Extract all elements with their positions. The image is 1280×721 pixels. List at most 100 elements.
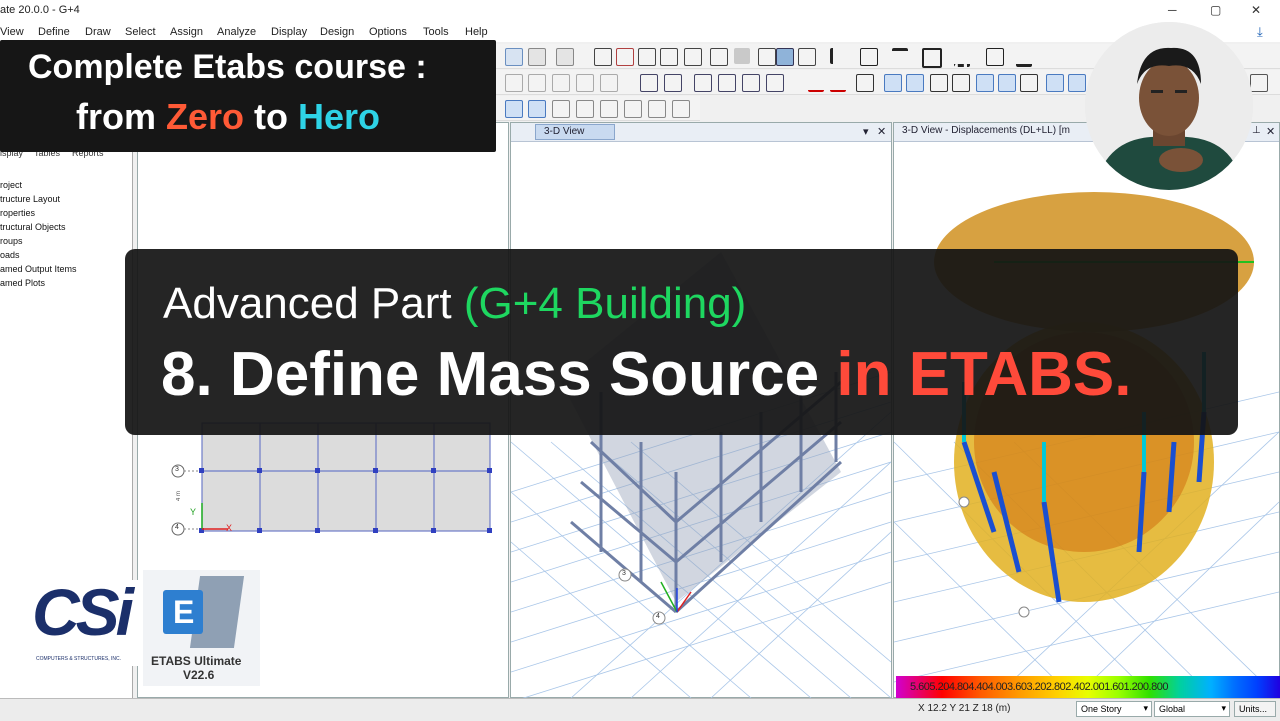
3d-view-tab[interactable]: 3-D View: [535, 124, 615, 140]
toolbar-icon[interactable]: [1046, 74, 1064, 92]
coordinates-readout: X 12.2 Y 21 Z 18 (m): [918, 703, 1011, 714]
toolbar-icon[interactable]: [952, 74, 970, 92]
toolbar-icon[interactable]: [528, 48, 546, 66]
menu-display[interactable]: Display: [271, 26, 307, 38]
toolbar-icon[interactable]: [758, 48, 776, 66]
menu-define[interactable]: Define: [38, 26, 70, 38]
3d-view-header: 3-D View ▾ ✕: [511, 123, 891, 142]
toolbar-icon[interactable]: [640, 74, 658, 92]
toolbar-icon[interactable]: [552, 74, 570, 92]
toolbar-icon[interactable]: [808, 74, 824, 92]
toolbar-icon[interactable]: [922, 48, 942, 68]
toolbar-icon[interactable]: [734, 48, 750, 64]
course-banner-text: to: [244, 96, 298, 137]
toolbar-icon[interactable]: [860, 48, 878, 66]
toolbar-icon[interactable]: [798, 48, 816, 66]
pane-pin-button[interactable]: ⊥: [1252, 125, 1261, 136]
toolbar-icon[interactable]: [638, 48, 656, 66]
minimize-button[interactable]: ─: [1168, 3, 1177, 17]
tree-item[interactable]: roups: [0, 236, 23, 246]
toolbar-icon[interactable]: [505, 74, 523, 92]
toolbar-icon[interactable]: [986, 48, 1004, 66]
menu-analyze[interactable]: Analyze: [217, 26, 256, 38]
toolbar-icon[interactable]: [694, 74, 712, 92]
tree-item[interactable]: roperties: [0, 208, 35, 218]
toolbar-icon[interactable]: [528, 74, 546, 92]
toolbar-icon[interactable]: [892, 48, 908, 67]
course-banner-text: from: [76, 96, 166, 137]
toolbar-icon[interactable]: [830, 74, 846, 92]
main-banner-line1: Advanced Part (G+4 Building): [163, 279, 746, 329]
toolbar-icon[interactable]: [998, 74, 1016, 92]
toolbar-icon[interactable]: [616, 48, 634, 66]
tree-item[interactable]: tructural Objects: [0, 222, 66, 232]
window-title: ate 20.0.0 - G+4: [0, 4, 80, 16]
menu-design[interactable]: Design: [320, 26, 354, 38]
legend-values: 5.605.204.804.404.003.603.202.802.402.00…: [910, 681, 1168, 693]
menu-draw[interactable]: Draw: [85, 26, 111, 38]
toolbar-icon[interactable]: [576, 74, 594, 92]
toolbar-icon[interactable]: [556, 48, 574, 66]
menu-select[interactable]: Select: [125, 26, 156, 38]
toolbar-icon[interactable]: [600, 74, 618, 92]
toolbar-icon[interactable]: [830, 48, 849, 64]
toolbar-icon[interactable]: [648, 100, 666, 118]
tree-item[interactable]: tructure Layout: [0, 194, 60, 204]
toolbar-icon[interactable]: [710, 48, 728, 66]
toolbar-icon[interactable]: [906, 74, 924, 92]
toolbar-icon[interactable]: [672, 100, 690, 118]
toolbar-icon[interactable]: [528, 100, 546, 118]
chevron-down-icon: ▾: [1221, 703, 1226, 713]
toolbar-icon[interactable]: [660, 48, 678, 66]
toolbar-icon[interactable]: [776, 48, 794, 66]
toolbar-icon[interactable]: [1016, 48, 1032, 67]
toolbar-icon[interactable]: [884, 74, 902, 92]
status-bar: X 12.2 Y 21 Z 18 (m) One Story ▾ Global ▾ …: [0, 698, 1280, 721]
etabs-logo-version: V22.6: [183, 668, 215, 682]
maximize-button[interactable]: ▢: [1210, 3, 1221, 17]
etabs-logo-badge: E: [163, 590, 203, 634]
toolbar-icon[interactable]: [594, 48, 612, 66]
pane-close-button[interactable]: ✕: [1266, 125, 1275, 138]
tree-item[interactable]: amed Output Items: [0, 264, 77, 274]
units-button[interactable]: Units...: [1234, 701, 1276, 717]
toolbar-icon[interactable]: [505, 48, 523, 66]
main-banner-text: 8. Define Mass Source: [161, 340, 837, 409]
tree-item[interactable]: roject: [0, 180, 22, 190]
pane-close-button[interactable]: ✕: [877, 125, 886, 138]
course-banner-line1: Complete Etabs course :: [28, 48, 427, 86]
menu-options[interactable]: Options: [369, 26, 407, 38]
toolbar-icon[interactable]: [718, 74, 736, 92]
toolbar-icon[interactable]: [624, 100, 642, 118]
menu-view[interactable]: View: [0, 26, 24, 38]
coordinate-select-value: Global: [1159, 704, 1186, 714]
coordinate-system-select[interactable]: Global ▾: [1154, 701, 1230, 717]
tree-item[interactable]: amed Plots: [0, 278, 45, 288]
toolbar-icon[interactable]: [766, 74, 784, 92]
toolbar-icon[interactable]: [1068, 74, 1086, 92]
close-button[interactable]: ✕: [1251, 3, 1261, 17]
toolbar-icon[interactable]: [1250, 74, 1268, 92]
download-icon[interactable]: ⤓: [1257, 24, 1263, 40]
toolbar-icon[interactable]: [684, 48, 702, 66]
menu-help[interactable]: Help: [465, 26, 488, 38]
toolbar-icon[interactable]: [1020, 74, 1038, 92]
toolbar-icon[interactable]: [576, 100, 594, 118]
story-select[interactable]: One Story ▾: [1076, 701, 1152, 717]
toolbar-icon[interactable]: [954, 48, 970, 67]
menu-assign[interactable]: Assign: [170, 26, 203, 38]
toolbar-icon[interactable]: [600, 100, 618, 118]
course-banner-line2: from Zero to Hero: [76, 96, 380, 138]
pane-dropdown-button[interactable]: ▾: [863, 125, 869, 138]
toolbar-icon[interactable]: [742, 74, 760, 92]
toolbar-icon[interactable]: [930, 74, 948, 92]
csi-logo: CSi COMPUTERS & STRUCTURES, INC.: [28, 575, 140, 666]
toolbar-icon[interactable]: [552, 100, 570, 118]
menu-tools[interactable]: Tools: [423, 26, 449, 38]
toolbar-icon[interactable]: [664, 74, 682, 92]
toolbar-icon[interactable]: [976, 74, 994, 92]
toolbar-icon[interactable]: [505, 100, 523, 118]
menu-bar: View Define Draw Select Assign Analyze D…: [0, 22, 1280, 42]
tree-item[interactable]: oads: [0, 250, 20, 260]
toolbar-icon[interactable]: [856, 74, 874, 92]
